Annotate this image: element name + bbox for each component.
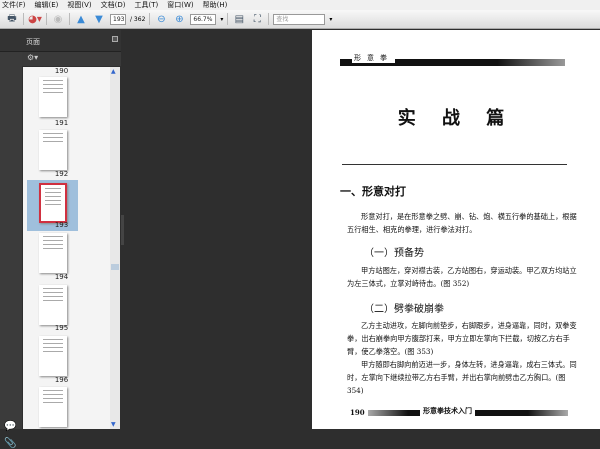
panel-menu-button[interactable] [112, 36, 118, 42]
share-icon[interactable]: ◕▾ [28, 13, 42, 26]
thumbnail-192[interactable] [39, 130, 67, 170]
thumb-label: 190 [54, 67, 69, 75]
zoom-input[interactable]: 66.7% [190, 13, 217, 25]
scroll-thumb[interactable] [111, 264, 119, 270]
search-dropdown-icon[interactable]: ▾ [329, 16, 332, 23]
fit-page-icon[interactable]: ⛶ [250, 13, 264, 26]
panel-header: 页面 [0, 30, 121, 52]
menu-view[interactable]: 视图(V) [67, 0, 91, 10]
paragraph-1: 甲方站图左，穿对襟古装，乙方站图右，穿运动装。甲乙双方均站立为左三体式，立掌对峙… [347, 266, 577, 288]
options-bar: ⚙▾ [22, 52, 121, 66]
chapter-title: 实 战 篇 [397, 108, 515, 129]
footer-page-number: 190 [350, 408, 365, 417]
comments-icon[interactable]: 💬 [4, 421, 16, 432]
divider [69, 13, 70, 25]
toolbar: 🖶 ◕▾ ◉ ▲ ▼ 193 / 362 ⊖ ⊕ 66.7% ▾ ▤ ⛶ 查找 … [0, 10, 600, 29]
page-total: / 362 [130, 15, 146, 23]
scroll-down-icon[interactable]: ▼ [111, 421, 116, 428]
page-number-input[interactable]: 193 [110, 13, 126, 25]
subheading-1: （一）预备势 [364, 248, 424, 259]
thumb-label: 193 [54, 221, 69, 229]
menu-bar: 文件(F) 编辑(E) 视图(V) 文档(D) 工具(T) 窗口(W) 帮助(H… [0, 0, 600, 10]
divider [46, 13, 47, 25]
scroll-up-icon[interactable]: ▲ [111, 68, 116, 75]
thumbnail-197[interactable] [39, 387, 67, 427]
menu-edit[interactable]: 编辑(E) [35, 0, 59, 10]
attachment-icon[interactable]: 📎 [4, 438, 16, 449]
search-input[interactable]: 查找 [273, 13, 326, 25]
zoom-dropdown-icon[interactable]: ▾ [220, 16, 223, 23]
running-head: 形意拳 [352, 53, 395, 63]
menu-tools[interactable]: 工具(T) [135, 0, 159, 10]
title-rule [342, 164, 567, 165]
paragraph-3: 甲方随即右脚向前迈进一步，身体左转，进身逼靠，成右三体式。同时，左掌向下继续拉带… [347, 360, 577, 395]
options-gear-icon[interactable]: ⚙▾ [27, 53, 38, 62]
paragraph-2: 乙方主动进攻，左脚向前垫步，右脚跟步，进身逼靠，同时，双拳变拳，出右崩拳向甲方腹… [347, 321, 577, 356]
menu-document[interactable]: 文档(D) [101, 0, 126, 10]
divider [227, 13, 229, 25]
previous-page-icon[interactable]: ▲ [74, 13, 88, 26]
thumbnail-193[interactable] [39, 183, 67, 223]
thumbnail-194[interactable] [39, 233, 67, 273]
thumb-label: 194 [54, 273, 69, 281]
menu-window[interactable]: 窗口(W) [167, 0, 193, 10]
section-heading: 一、形意对打 [340, 185, 406, 198]
thumbnail-195[interactable] [39, 285, 67, 325]
thumb-label: 195 [54, 324, 69, 332]
panel-title: 页面 [26, 38, 40, 46]
document-page: 形意拳 实 战 篇 一、形意对打 形意对打，是在形意拳之劈、崩、钻、炮、横五行拳… [312, 30, 600, 429]
print-icon[interactable]: 🖶 [5, 13, 19, 26]
navigation-strip: 💬 📎 [0, 30, 22, 449]
thumbnail-191[interactable] [39, 77, 67, 117]
zoom-out-icon[interactable]: ⊖ [154, 13, 168, 26]
next-page-icon[interactable]: ▼ [92, 13, 106, 26]
menu-help[interactable]: 帮助(H) [203, 0, 228, 10]
divider [23, 13, 24, 25]
fit-width-icon[interactable]: ▤ [232, 13, 246, 26]
divider [268, 13, 270, 25]
thumbnail-scrollbar[interactable]: ▲ ▼ [110, 67, 120, 429]
panel-splitter[interactable] [121, 215, 124, 245]
divider [149, 13, 151, 25]
comment-icon[interactable]: ◉ [51, 13, 65, 26]
thumb-label: 196 [54, 376, 69, 384]
footer-title: 形意拳技术入门 [420, 406, 475, 416]
subheading-2: （二）劈拳破崩拳 [364, 304, 444, 315]
zoom-in-icon[interactable]: ⊕ [172, 13, 186, 26]
thumb-label: 191 [54, 119, 69, 127]
menu-file[interactable]: 文件(F) [2, 0, 26, 10]
page-thumbnails: 190 191 192 193 194 195 196 [23, 67, 120, 429]
thumbnail-196[interactable] [39, 336, 67, 376]
thumb-label: 192 [54, 170, 69, 178]
intro-paragraph: 形意对打，是在形意拳之劈、崩、钻、炮、横五行拳的基础上，根据五行相生、相克的拳理… [347, 212, 577, 234]
